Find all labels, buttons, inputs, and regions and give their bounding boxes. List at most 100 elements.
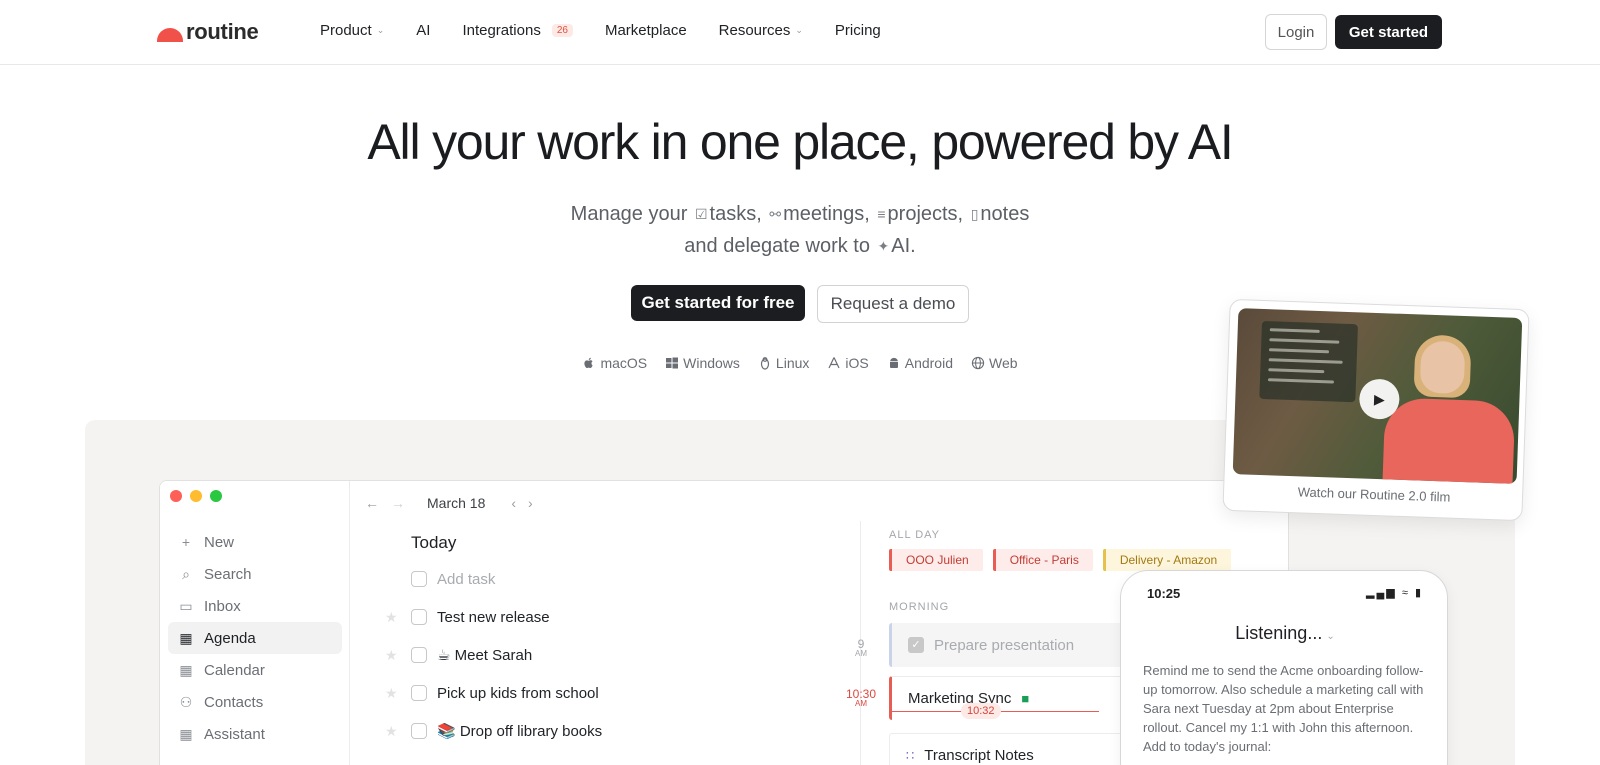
nav-marketplace[interactable]: Marketplace	[605, 22, 687, 39]
task-row[interactable]: ★ Test new release	[385, 598, 835, 636]
assistant-icon: ▦	[179, 725, 193, 742]
add-task-input[interactable]: Add task	[437, 571, 495, 588]
star-icon[interactable]: ★	[385, 723, 411, 740]
platform-windows[interactable]: Windows	[665, 355, 740, 371]
close-dot-icon[interactable]	[170, 490, 182, 502]
nav-resources-label: Resources	[718, 22, 791, 39]
platform-macos[interactable]: macOS	[582, 355, 647, 371]
people-icon: ⚯	[769, 206, 782, 222]
all-day-event[interactable]: Office - Paris	[992, 549, 1093, 571]
magic-wand-icon: ✦	[877, 238, 890, 254]
transcript-text: Remind me to send the Acme onboarding fo…	[1143, 663, 1424, 754]
all-day-events: OOO Julien Office - Paris Delivery - Ama…	[889, 549, 1232, 571]
forward-arrow-icon[interactable]: →	[391, 495, 405, 511]
minimize-dot-icon[interactable]	[190, 490, 202, 502]
wifi-icon: ≈	[1401, 587, 1410, 599]
platform-label: Windows	[683, 355, 740, 371]
checkbox[interactable]	[411, 647, 427, 663]
appstore-icon	[828, 357, 840, 369]
checkbox[interactable]	[411, 723, 427, 739]
video-thumbnail[interactable]: ▶	[1232, 308, 1523, 484]
layers-icon: ≡	[877, 206, 886, 222]
contacts-icon: ⚇	[179, 693, 193, 710]
logo-text: routine	[186, 19, 259, 44]
nav-product-label: Product	[320, 22, 372, 39]
hero-subtitle-line-2: and delegate work to ✦ AI.	[0, 230, 1600, 262]
sidebar-item-agenda[interactable]: ▦ Agenda	[168, 622, 342, 654]
video-caption: Watch our Routine 2.0 film	[1297, 484, 1451, 505]
hour-ampm: AM	[855, 649, 867, 658]
apple-icon	[584, 357, 594, 369]
sidebar-item-new[interactable]: + New	[168, 526, 342, 558]
platform-label: iOS	[845, 355, 869, 371]
nav-ai[interactable]: AI	[416, 22, 430, 39]
platform-android[interactable]: Android	[887, 355, 953, 371]
platform-web[interactable]: Web	[971, 355, 1018, 371]
listening-title[interactable]: Listening... ⌄	[1121, 623, 1449, 644]
next-day-icon[interactable]: ›	[528, 495, 533, 511]
calendar-icon: ▦	[179, 661, 193, 678]
checkbox[interactable]	[411, 685, 427, 701]
request-demo-button[interactable]: Request a demo	[817, 285, 969, 323]
platform-ios[interactable]: iOS	[827, 355, 869, 371]
document-icon: ▯	[970, 206, 979, 222]
chevron-down-icon: ⌄	[795, 25, 803, 35]
hero-subtitle-line-1: Manage your ☑ tasks, ⚯ meetings, ≡ projects…	[0, 198, 1600, 230]
task-row[interactable]: ★ Pick up kids from school	[385, 674, 835, 712]
current-hour-label: 10:30 AM	[845, 688, 877, 709]
back-arrow-icon[interactable]: ←	[365, 495, 379, 511]
nav-links: Product ⌄ AI Integrations 26 Marketplace R…	[320, 22, 881, 39]
sidebar-item-contacts[interactable]: ⚇ Contacts	[168, 686, 342, 718]
app-sidebar: + New ⌕ Search ▭ Inbox ▦ Agenda ▦ Calendar ⚇ C…	[160, 481, 350, 765]
routine-logo[interactable]: routine	[157, 18, 259, 46]
all-day-event[interactable]: OOO Julien	[889, 549, 983, 571]
search-icon: ⌕	[182, 565, 190, 582]
waveform-icon: ∷	[906, 747, 915, 763]
chevron-down-icon: ⌄	[1326, 631, 1335, 642]
morning-label: MORNING	[889, 601, 950, 613]
login-button[interactable]: Login	[1265, 14, 1327, 50]
sub-tasks: tasks,	[709, 203, 762, 225]
sidebar-item-assistant[interactable]: ▦ Assistant	[168, 718, 342, 750]
star-icon[interactable]: ★	[385, 685, 411, 702]
platform-label: Android	[904, 355, 953, 371]
platform-linux[interactable]: Linux	[758, 355, 809, 371]
sidebar-item-search[interactable]: ⌕ Search	[168, 558, 342, 590]
video-card[interactable]: ▶ Watch our Routine 2.0 film	[1222, 298, 1530, 522]
all-day-event[interactable]: Delivery - Amazon	[1102, 549, 1232, 571]
agenda-icon: ▦	[179, 629, 193, 646]
nav-product[interactable]: Product ⌄	[320, 22, 384, 39]
hero-title: All your work in one place, powered by A…	[367, 114, 1233, 170]
sidebar-item-calendar[interactable]: ▦ Calendar	[168, 654, 342, 686]
nav-resources[interactable]: Resources ⌄	[719, 22, 803, 39]
task-label: 📚 Drop off library books	[437, 723, 603, 740]
sub-line-2: and delegate work to	[684, 235, 870, 257]
sidebar-item-inbox[interactable]: ▭ Inbox	[168, 590, 342, 622]
sidebar-item-label: New	[204, 533, 235, 551]
platform-label: Linux	[775, 355, 810, 371]
star-icon[interactable]: ★	[385, 609, 411, 626]
task-row[interactable]: ★ 📚 Drop off library books	[385, 712, 835, 750]
video-call-icon: ■	[1021, 691, 1030, 706]
platform-label: Web	[989, 355, 1018, 371]
sub-projects: projects,	[887, 203, 964, 225]
star-icon[interactable]: ★	[385, 647, 411, 664]
sub-prefix: Manage your	[570, 203, 688, 225]
sidebar-item-label: Calendar	[204, 661, 265, 679]
task-row[interactable]: ★ ☕ Meet Sarah	[385, 636, 835, 674]
get-started-free-button[interactable]: Get started for free	[631, 285, 805, 321]
task-label: Pick up kids from school	[437, 684, 599, 702]
prev-day-icon[interactable]: ‹	[511, 495, 516, 511]
checked-checkbox-icon: ✓	[908, 637, 924, 653]
hero-subtitle: Manage your ☑ tasks, ⚯ meetings, ≡ projects…	[0, 198, 1600, 262]
get-started-button[interactable]: Get started	[1335, 15, 1442, 49]
checkbox[interactable]	[411, 609, 427, 625]
maximize-dot-icon[interactable]	[210, 490, 222, 502]
nav-pricing[interactable]: Pricing	[835, 22, 881, 39]
checkbox[interactable]	[411, 571, 427, 587]
add-task-row[interactable]: Add task	[385, 560, 835, 598]
hour-label: 9 AM	[849, 638, 873, 659]
phone-mockup: 10:25 ▂▄▆ ≈ ▮ Listening... ⌄ Remind me to…	[1120, 570, 1448, 765]
phone-time: 10:25	[1147, 586, 1181, 601]
nav-integrations[interactable]: Integrations 26	[462, 22, 573, 39]
